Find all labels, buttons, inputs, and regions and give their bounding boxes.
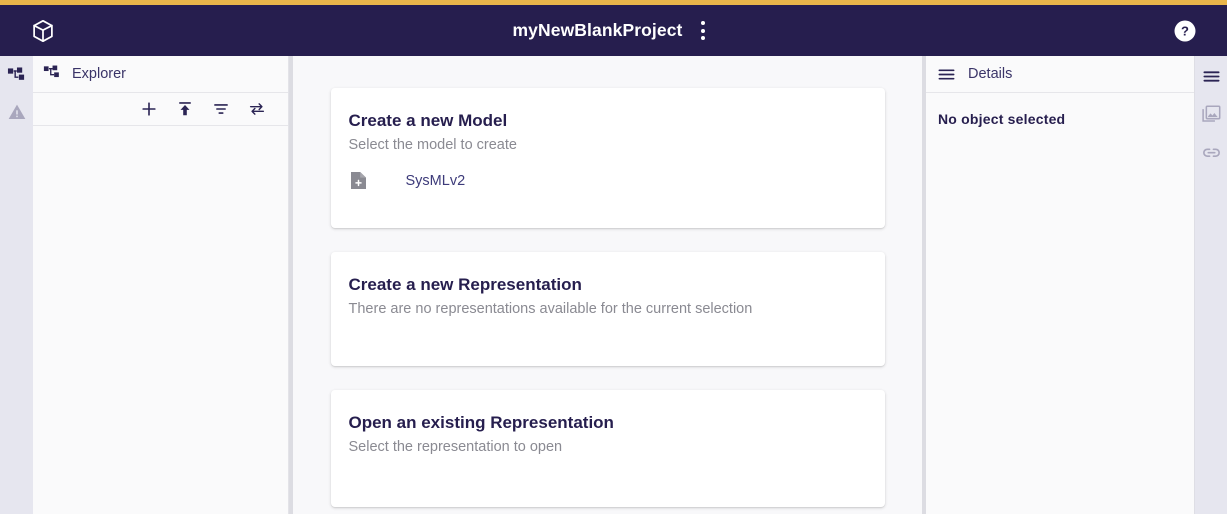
explorer-panel: Explorer <box>33 56 289 514</box>
application-window: myNewBlankProject ? <box>0 0 1227 514</box>
warning-triangle-icon[interactable] <box>5 100 29 124</box>
new-document-icon <box>349 171 369 191</box>
create-model-card: Create a new Model Select the model to c… <box>331 88 885 228</box>
app-body: Explorer <box>0 56 1227 514</box>
card-subtitle: Select the model to create <box>331 133 885 157</box>
plus-icon[interactable] <box>139 100 158 119</box>
explorer-tree[interactable] <box>33 126 288 514</box>
card-title: Create a new Model <box>331 110 885 133</box>
create-representation-card: Create a new Representation There are no… <box>331 252 885 366</box>
details-empty-message: No object selected <box>938 111 1182 127</box>
hamburger-icon <box>937 65 956 84</box>
upload-icon[interactable] <box>175 100 194 119</box>
details-title: Details <box>968 66 1012 82</box>
model-option-label: SysMLv2 <box>406 173 466 189</box>
svg-text:?: ? <box>1181 23 1189 38</box>
card-subtitle: There are no representations available f… <box>331 297 885 321</box>
synchronize-icon[interactable] <box>247 100 266 119</box>
open-representation-card: Open an existing Representation Select t… <box>331 390 885 507</box>
explorer-tree-icon[interactable] <box>5 64 29 88</box>
app-header: myNewBlankProject ? <box>0 5 1227 56</box>
filter-icon[interactable] <box>211 100 230 119</box>
page-title: myNewBlankProject <box>513 20 683 41</box>
link-icon[interactable] <box>1199 140 1223 164</box>
kebab-menu-icon[interactable] <box>692 18 714 44</box>
hamburger-icon[interactable] <box>1199 64 1223 88</box>
left-icon-rail <box>0 56 33 514</box>
onboarding-main-area: Create a new Model Select the model to c… <box>293 56 922 514</box>
card-subtitle: Select the representation to open <box>331 435 885 459</box>
cube-icon[interactable] <box>28 16 58 46</box>
card-title: Open an existing Representation <box>331 412 885 435</box>
explorer-title: Explorer <box>72 66 126 82</box>
model-option-sysmlv2[interactable]: SysMLv2 <box>331 157 885 191</box>
explorer-tree-icon <box>42 65 61 84</box>
explorer-header: Explorer <box>33 56 288 93</box>
card-title: Create a new Representation <box>331 274 885 297</box>
details-body: No object selected <box>926 93 1194 127</box>
help-circle-icon[interactable]: ? <box>1173 19 1197 43</box>
details-panel: Details No object selected <box>926 56 1194 514</box>
right-icon-rail <box>1194 56 1227 514</box>
image-library-icon[interactable] <box>1199 102 1223 126</box>
explorer-toolbar <box>33 93 288 126</box>
header-center-group: myNewBlankProject <box>0 5 1227 56</box>
details-header: Details <box>926 56 1194 93</box>
